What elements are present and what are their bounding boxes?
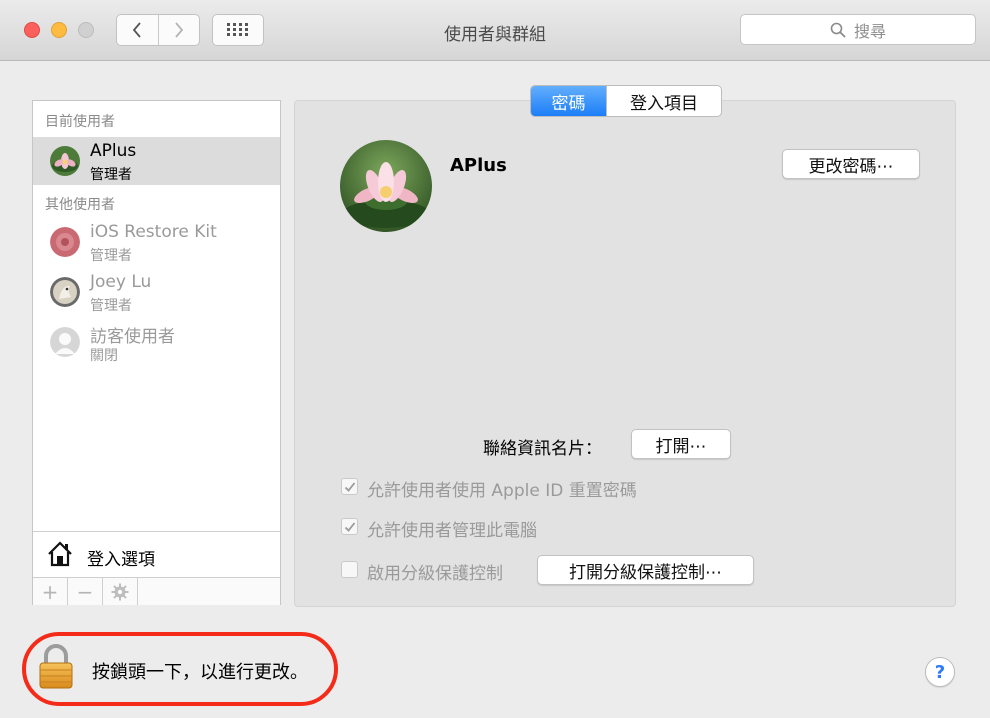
eagle-avatar-icon	[50, 277, 80, 307]
lock-icon[interactable]	[38, 644, 74, 694]
parental-controls-label: 啟用分級保護控制	[367, 564, 503, 584]
allow-apple-id-reset-checkbox[interactable]	[341, 478, 358, 495]
user-role: 關閉	[90, 348, 118, 364]
add-user-button[interactable]: +	[33, 578, 68, 605]
change-password-button[interactable]: 更改密碼⋯	[782, 149, 920, 179]
parental-controls-checkbox[interactable]	[341, 561, 358, 578]
user-name: 訪客使用者	[90, 327, 175, 347]
user-item-joey-lu[interactable]: Joey Lu 管理者	[33, 267, 280, 315]
user-name: iOS Restore Kit	[90, 222, 217, 242]
checkmark-icon	[344, 481, 355, 492]
tab-bar: 密碼 登入項目	[530, 85, 722, 117]
help-button[interactable]: ?	[925, 657, 955, 687]
contact-card-label: 聯絡資訊名片：	[483, 439, 602, 459]
allow-apple-id-reset-label: 允許使用者使用 Apple ID 重置密碼	[367, 481, 637, 501]
remove-user-button[interactable]: −	[68, 578, 103, 605]
current-user-header: 目前使用者	[45, 114, 115, 130]
open-contact-card-button[interactable]: 打開⋯	[631, 429, 731, 459]
user-item-aplus[interactable]: APlus 管理者	[33, 137, 280, 185]
action-menu-button[interactable]	[103, 578, 138, 605]
lock-instruction-text[interactable]: 按鎖頭一下，以進行更改。	[92, 658, 308, 684]
allow-admin-label: 允許使用者管理此電腦	[367, 521, 537, 541]
flower-avatar-icon	[50, 227, 80, 257]
sidebar-button-bar: + −	[33, 577, 280, 605]
tab-login-items[interactable]: 登入項目	[606, 86, 721, 116]
login-options-item[interactable]: 登入選項	[33, 531, 280, 578]
user-name: APlus	[90, 141, 137, 161]
gear-icon	[111, 583, 129, 600]
title-bar: 使用者與群組 搜尋	[0, 0, 990, 61]
user-picture-lotus-icon[interactable]	[340, 140, 432, 232]
search-icon	[830, 22, 846, 38]
user-item-guest[interactable]: 訪客使用者 關閉	[33, 317, 280, 365]
user-role: 管理者	[90, 248, 132, 264]
lotus-avatar-icon	[50, 146, 80, 176]
open-parental-controls-button[interactable]: 打開分級保護控制⋯	[537, 555, 754, 585]
guest-avatar-icon	[50, 327, 80, 357]
user-name: Joey Lu	[90, 272, 152, 292]
allow-admin-checkbox[interactable]	[341, 518, 358, 535]
search-placeholder: 搜尋	[853, 21, 886, 41]
user-role: 管理者	[90, 298, 132, 314]
user-item-ios-restore-kit[interactable]: iOS Restore Kit 管理者	[33, 217, 280, 265]
user-role: 管理者	[90, 167, 132, 183]
login-options-label: 登入選項	[87, 550, 155, 570]
other-users-header: 其他使用者	[45, 197, 115, 213]
house-icon	[48, 541, 72, 567]
tab-password[interactable]: 密碼	[531, 86, 606, 116]
checkmark-icon	[344, 521, 355, 532]
search-field[interactable]: 搜尋	[740, 14, 976, 45]
user-list-sidebar: 目前使用者 APlus 管理者 其他使用者 iOS Restore Kit 管理…	[32, 100, 281, 605]
user-full-name: APlus	[450, 155, 507, 176]
